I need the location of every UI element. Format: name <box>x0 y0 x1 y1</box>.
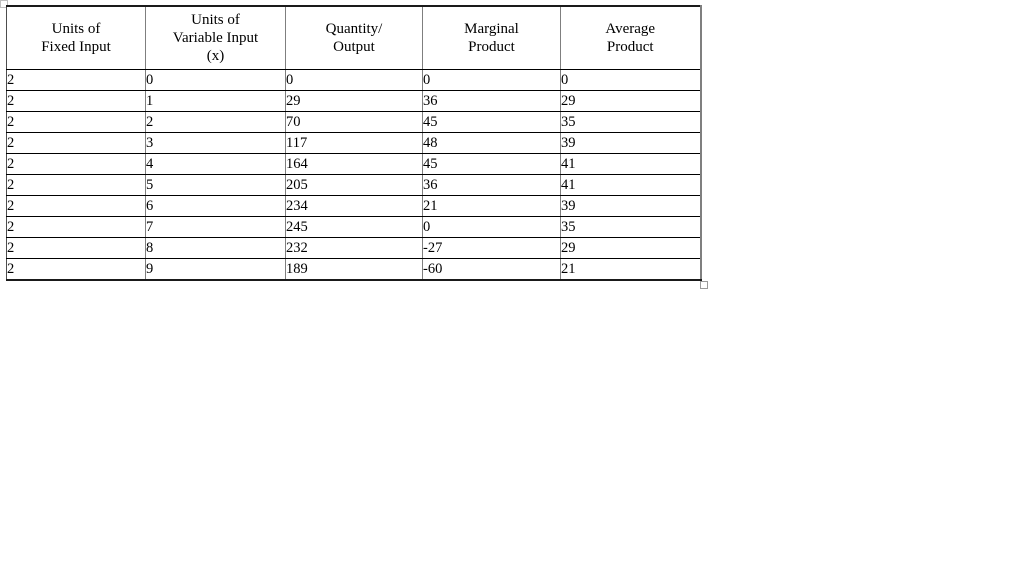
column-header-fixed-input: Units of Fixed Input <box>6 5 146 70</box>
cell-quantity-output: 189 <box>285 258 423 281</box>
cell-marginal-product: -60 <box>422 258 561 281</box>
cell-quantity-output: 29 <box>285 90 423 112</box>
column-header-line: Output <box>333 39 375 55</box>
column-header-line: Product <box>606 39 654 55</box>
table-header: Units of Fixed Input Units of Variable I… <box>6 5 702 70</box>
column-header-average-product: Average Product <box>560 5 702 70</box>
cell-marginal-product: 21 <box>422 195 561 217</box>
cell-marginal-product: 0 <box>422 216 561 238</box>
cell-marginal-product: 0 <box>422 69 561 91</box>
column-header-line: Product <box>468 39 515 55</box>
table-row: 2 1 29 36 29 <box>6 90 702 112</box>
cell-average-product: 35 <box>560 216 702 238</box>
cell-quantity-output: 164 <box>285 153 423 175</box>
cell-marginal-product: 45 <box>422 153 561 175</box>
cell-fixed-input: 2 <box>6 69 146 91</box>
table-resize-handle[interactable] <box>700 281 708 289</box>
column-header-line: Average <box>605 21 656 37</box>
cell-variable-input: 2 <box>145 111 286 133</box>
cell-quantity-output: 234 <box>285 195 423 217</box>
table-row: 2 3 117 48 39 <box>6 132 702 154</box>
table-row: 2 9 189 -60 21 <box>6 258 702 281</box>
cell-quantity-output: 70 <box>285 111 423 133</box>
table-row: 2 7 245 0 35 <box>6 216 702 238</box>
column-header-quantity-output: Quantity/ Output <box>285 5 423 70</box>
column-header-line: Quantity/ <box>325 21 383 37</box>
table-container: Units of Fixed Input Units of Variable I… <box>6 5 702 281</box>
table-row: 2 5 205 36 41 <box>6 174 702 196</box>
production-function-table: Units of Fixed Input Units of Variable I… <box>6 5 702 281</box>
cell-quantity-output: 117 <box>285 132 423 154</box>
cell-fixed-input: 2 <box>6 111 146 133</box>
cell-marginal-product: -27 <box>422 237 561 259</box>
cell-average-product: 0 <box>560 69 702 91</box>
table-row: 2 2 70 45 35 <box>6 111 702 133</box>
table-row: 2 8 232 -27 29 <box>6 237 702 259</box>
cell-variable-input: 9 <box>145 258 286 281</box>
column-header-marginal-product: Marginal Product <box>422 5 561 70</box>
cell-average-product: 21 <box>560 258 702 281</box>
cell-quantity-output: 245 <box>285 216 423 238</box>
cell-average-product: 29 <box>560 237 702 259</box>
cell-average-product: 41 <box>560 153 702 175</box>
table-header-row: Units of Fixed Input Units of Variable I… <box>6 5 702 70</box>
column-header-line: Marginal <box>464 21 519 37</box>
column-header-line: Fixed Input <box>41 39 111 55</box>
column-header-line: Variable Input <box>172 30 259 46</box>
table-body: 2 0 0 0 0 2 1 29 36 29 2 2 70 45 35 2 3 … <box>6 69 702 281</box>
cell-marginal-product: 48 <box>422 132 561 154</box>
cell-average-product: 39 <box>560 132 702 154</box>
cell-quantity-output: 205 <box>285 174 423 196</box>
cell-variable-input: 0 <box>145 69 286 91</box>
cell-average-product: 35 <box>560 111 702 133</box>
cell-fixed-input: 2 <box>6 237 146 259</box>
column-header-line: Units of <box>191 12 240 28</box>
cell-average-product: 41 <box>560 174 702 196</box>
cell-marginal-product: 36 <box>422 90 561 112</box>
column-header-line: (x) <box>206 48 225 64</box>
document-canvas: Units of Fixed Input Units of Variable I… <box>0 0 1024 576</box>
table-row: 2 6 234 21 39 <box>6 195 702 217</box>
cell-variable-input: 1 <box>145 90 286 112</box>
cell-marginal-product: 45 <box>422 111 561 133</box>
cell-variable-input: 7 <box>145 216 286 238</box>
cell-quantity-output: 232 <box>285 237 423 259</box>
cell-fixed-input: 2 <box>6 153 146 175</box>
cell-variable-input: 4 <box>145 153 286 175</box>
cell-variable-input: 8 <box>145 237 286 259</box>
cell-fixed-input: 2 <box>6 195 146 217</box>
cell-quantity-output: 0 <box>285 69 423 91</box>
column-header-line: Units of <box>51 21 101 37</box>
table-row: 2 4 164 45 41 <box>6 153 702 175</box>
cell-marginal-product: 36 <box>422 174 561 196</box>
cell-variable-input: 3 <box>145 132 286 154</box>
cell-fixed-input: 2 <box>6 174 146 196</box>
table-row: 2 0 0 0 0 <box>6 69 702 91</box>
cell-variable-input: 5 <box>145 174 286 196</box>
cell-fixed-input: 2 <box>6 216 146 238</box>
cell-fixed-input: 2 <box>6 258 146 281</box>
cell-average-product: 39 <box>560 195 702 217</box>
cell-average-product: 29 <box>560 90 702 112</box>
cell-fixed-input: 2 <box>6 90 146 112</box>
cell-variable-input: 6 <box>145 195 286 217</box>
cell-fixed-input: 2 <box>6 132 146 154</box>
column-header-variable-input: Units of Variable Input (x) <box>145 5 286 70</box>
